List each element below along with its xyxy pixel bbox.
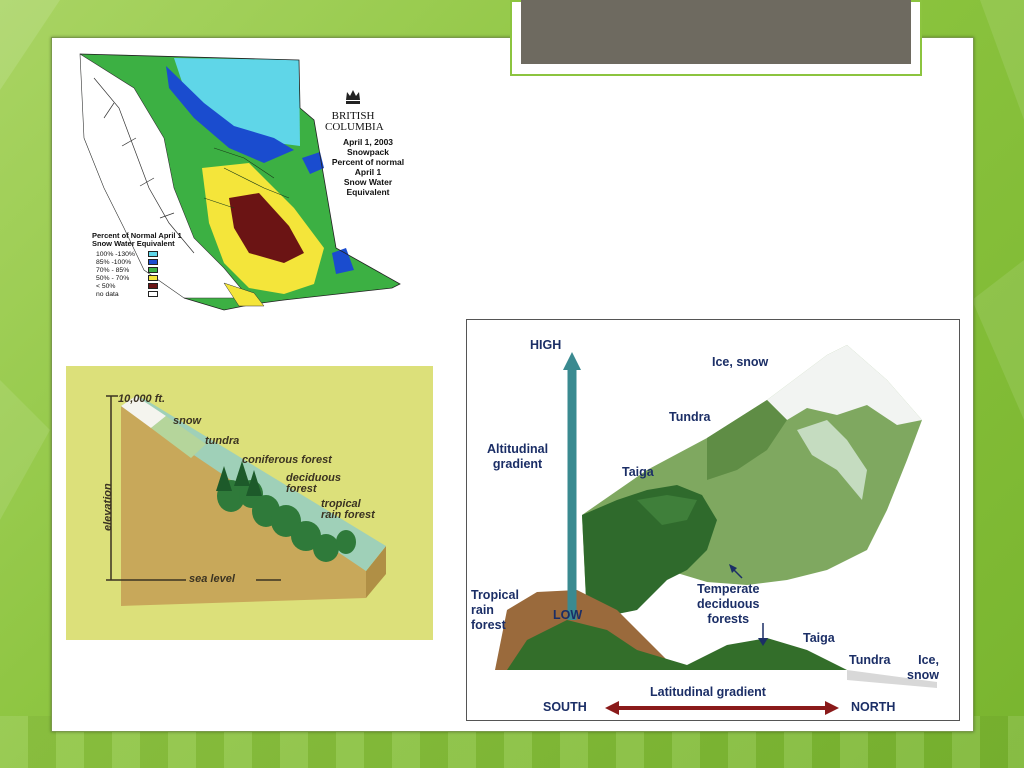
legend-title: Percent of Normal April 1 Snow Water Equ… xyxy=(92,231,182,248)
logo-bottom-word: COLUMBIA xyxy=(325,121,384,133)
map-title: April 1, 2003 Snowpack Percent of normal… xyxy=(331,137,405,197)
legend-swatch xyxy=(148,267,158,273)
legend-label: 100% -130% xyxy=(96,250,135,258)
altitudinal-gradient-label: Altitudinal gradient xyxy=(487,442,549,471)
legend-swatch xyxy=(148,259,158,265)
zone-deciduous-label: deciduous forest xyxy=(286,472,342,495)
map-legend: Percent of Normal April 1 Snow Water Equ… xyxy=(92,232,192,298)
legend-label: no data xyxy=(96,290,119,298)
tropical-rain-forest-label: Tropical rain forest xyxy=(471,588,519,632)
elevation-axis-label: elevation xyxy=(102,483,114,531)
zone-coniferous-label: coniferous forest xyxy=(242,454,332,466)
temperate-deciduous-label: Temperate deciduous forests xyxy=(697,582,760,626)
taiga-bottom-label: Taiga xyxy=(803,631,835,645)
legend-swatch xyxy=(148,275,158,281)
gradient-diagram: HIGH Altitudinal gradient Ice, snow Tund… xyxy=(466,319,960,721)
legend-row: 100% -130% xyxy=(92,250,192,258)
latitudinal-gradient-label: Latitudinal gradient xyxy=(650,685,766,699)
legend-swatch xyxy=(148,291,158,297)
legend-row: 70% - 85% xyxy=(92,266,192,274)
sea-level-label: sea level xyxy=(189,573,235,585)
zone-tropical-label: tropical rain forest xyxy=(321,498,375,521)
elevation-top-label: 10,000 ft. xyxy=(118,393,166,405)
tundra-bottom-label: Tundra xyxy=(849,653,891,667)
legend-row: no data xyxy=(92,290,192,298)
ice-snow-top-label: Ice, snow xyxy=(712,355,769,369)
zone-tundra-label: tundra xyxy=(205,435,240,447)
crown-icon xyxy=(346,90,360,104)
taiga-top-label: Taiga xyxy=(622,465,654,479)
tundra-top-label: Tundra xyxy=(669,410,711,424)
legend-row: 85% -100% xyxy=(92,258,192,266)
zone-snow-label: snow xyxy=(173,415,202,427)
legend-row: 50% - 70% xyxy=(92,274,192,282)
bc-logo: BRITISH COLUMBIA xyxy=(325,86,384,133)
title-bar xyxy=(521,0,911,64)
legend-swatch xyxy=(148,251,158,257)
legend-row: < 50% xyxy=(92,282,192,290)
south-label: SOUTH xyxy=(543,700,587,714)
legend-label: 70% - 85% xyxy=(96,266,130,274)
elevation-diagram: 10,000 ft. elevation sea level snow tund… xyxy=(66,366,433,640)
title-placeholder[interactable] xyxy=(510,0,922,76)
high-label: HIGH xyxy=(530,338,562,352)
legend-label: 85% -100% xyxy=(96,258,132,266)
north-label: NORTH xyxy=(851,700,896,714)
legend-label: 50% - 70% xyxy=(96,274,130,282)
ice-snow-bottom-label: Ice, snow xyxy=(907,653,939,682)
legend-label: < 50% xyxy=(96,282,116,290)
legend-swatch xyxy=(148,283,158,289)
low-label: LOW xyxy=(553,608,583,622)
